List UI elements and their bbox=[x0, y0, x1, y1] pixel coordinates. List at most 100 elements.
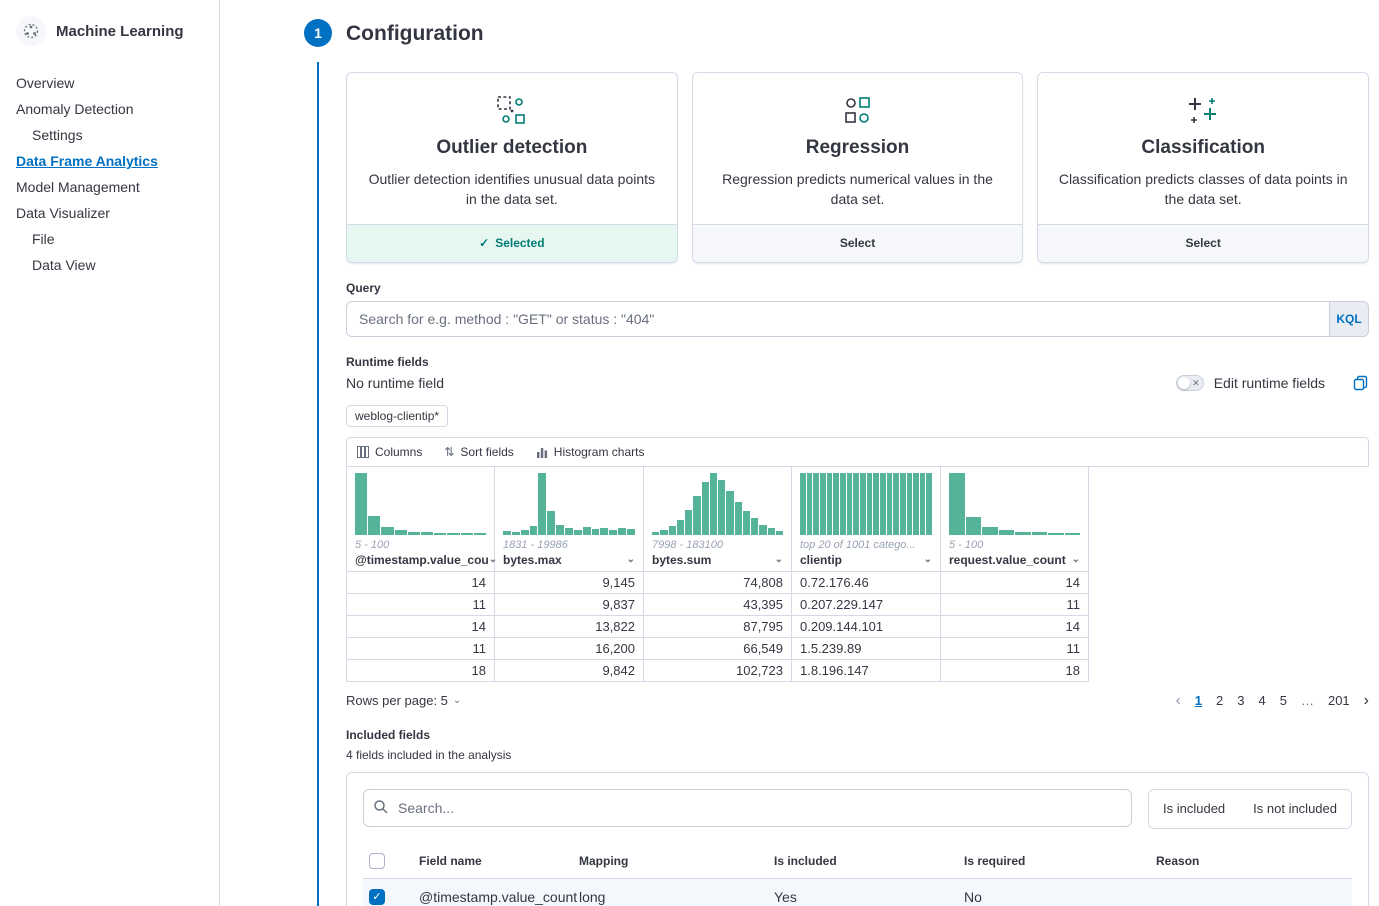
cell: 0.209.144.101 bbox=[792, 616, 941, 638]
outlier-detection-select-button[interactable]: ✓ Selected bbox=[347, 224, 677, 262]
cell: 9,837 bbox=[495, 594, 644, 616]
outlier-detection-icon bbox=[363, 91, 661, 131]
column-header-field-name: Field name bbox=[411, 854, 571, 868]
fields-search-input[interactable] bbox=[363, 789, 1132, 827]
preview-data-grid: 5 - 100 @timestamp.value_cou⌄ 1831 - 199… bbox=[346, 467, 1089, 682]
card-outlier-detection[interactable]: Outlier detection Outlier detection iden… bbox=[346, 72, 678, 263]
prev-page-button[interactable]: ‹ bbox=[1175, 692, 1180, 710]
next-page-button[interactable]: › bbox=[1364, 692, 1369, 710]
search-icon bbox=[373, 799, 389, 815]
card-footer-label: Select bbox=[1186, 236, 1221, 250]
rows-per-page-label: Rows per page: 5 bbox=[346, 693, 448, 708]
included-fields-label: Included fields bbox=[346, 728, 1369, 742]
column-header-is-included: Is included bbox=[766, 854, 956, 868]
classification-select-button[interactable]: Select bbox=[1038, 224, 1368, 262]
sidebar-item-data-view[interactable]: Data View bbox=[32, 258, 203, 273]
card-classification[interactable]: Classification Classification predicts c… bbox=[1037, 72, 1369, 263]
column-name: clientip bbox=[800, 553, 842, 567]
card-description: Outlier detection identifies unusual dat… bbox=[363, 169, 661, 210]
cell: 74,808 bbox=[644, 572, 792, 594]
toggle-knob bbox=[1178, 377, 1190, 389]
sidebar-item-settings[interactable]: Settings bbox=[32, 128, 203, 143]
table-row: 14 13,822 87,795 0.209.144.101 14 bbox=[347, 616, 1089, 638]
runtime-fields-label: Runtime fields bbox=[346, 355, 1369, 369]
grid-column-header-request[interactable]: 5 - 100 request.value_count ⌄ bbox=[941, 467, 1089, 572]
column-range-label: 5 - 100 bbox=[949, 539, 1080, 551]
app-title: Machine Learning bbox=[56, 23, 184, 40]
index-pattern-badge[interactable]: weblog-clientip* bbox=[346, 405, 448, 427]
page-title: Configuration bbox=[346, 20, 1369, 48]
cell: 13,822 bbox=[495, 616, 644, 638]
chevron-down-icon[interactable]: ⌄ bbox=[1072, 554, 1080, 565]
sidebar-item-anomaly-detection[interactable]: Anomaly Detection bbox=[16, 102, 203, 117]
histogram-bytes-sum bbox=[652, 473, 783, 535]
is-not-included-filter-button[interactable]: Is not included bbox=[1239, 790, 1351, 828]
chevron-down-icon[interactable]: ⌄ bbox=[775, 554, 783, 565]
sidebar-item-data-visualizer[interactable]: Data Visualizer bbox=[16, 206, 203, 221]
sidebar-item-model-management[interactable]: Model Management bbox=[16, 180, 203, 195]
sidebar: Machine Learning Overview Anomaly Detect… bbox=[0, 0, 220, 906]
page-2-button[interactable]: 2 bbox=[1216, 693, 1223, 708]
page-5-button[interactable]: 5 bbox=[1280, 693, 1287, 708]
column-range-label: 1831 - 19986 bbox=[503, 539, 635, 551]
sidebar-item-overview[interactable]: Overview bbox=[16, 76, 203, 91]
card-title: Classification bbox=[1054, 137, 1352, 159]
main-area: 1 Configuration Outlier detectio bbox=[220, 0, 1379, 906]
cell: 14 bbox=[941, 572, 1089, 594]
sidebar-item-data-frame-analytics[interactable]: Data Frame Analytics bbox=[16, 154, 203, 169]
column-name: bytes.sum bbox=[652, 553, 711, 567]
field-is-required: No bbox=[956, 889, 1148, 905]
cell: 18 bbox=[941, 660, 1089, 682]
included-fields-panel: Is included Is not included Field name M… bbox=[346, 772, 1369, 906]
edit-runtime-fields-toggle[interactable]: ✕ bbox=[1176, 375, 1204, 391]
sort-fields-button[interactable]: ⇅ Sort fields bbox=[444, 445, 513, 459]
is-included-filter-button[interactable]: Is included bbox=[1149, 790, 1239, 828]
regression-select-button[interactable]: Select bbox=[693, 224, 1023, 262]
copy-icon[interactable] bbox=[1353, 375, 1369, 391]
grid-column-header-bytes-sum[interactable]: 7998 - 183100 bytes.sum⌄ bbox=[644, 467, 792, 572]
columns-icon bbox=[357, 446, 369, 458]
classification-icon bbox=[1054, 91, 1352, 131]
cell: 18 bbox=[347, 660, 495, 682]
toggle-off-x-icon: ✕ bbox=[1192, 376, 1200, 390]
page-4-button[interactable]: 4 bbox=[1259, 693, 1266, 708]
sidebar-item-file[interactable]: File bbox=[32, 232, 203, 247]
included-fields-table: Field name Mapping Is included Is requir… bbox=[363, 845, 1352, 906]
column-range-label: top 20 of 1001 catego... bbox=[800, 539, 932, 551]
table-row: 18 9,842 102,723 1.8.196.147 18 bbox=[347, 660, 1089, 682]
grid-column-header-bytes-max[interactable]: 1831 - 19986 bytes.max ⌄ bbox=[495, 467, 644, 572]
column-name: bytes.max bbox=[503, 553, 562, 567]
cell: 0.72.176.46 bbox=[792, 572, 941, 594]
kql-button[interactable]: KQL bbox=[1329, 301, 1369, 337]
grid-column-header-timestamp[interactable]: 5 - 100 @timestamp.value_cou⌄ bbox=[347, 467, 495, 572]
card-footer-label: Select bbox=[840, 236, 875, 250]
table-row: 14 9,145 74,808 0.72.176.46 14 bbox=[347, 572, 1089, 594]
chevron-down-icon[interactable]: ⌄ bbox=[627, 554, 635, 565]
step-rail-line bbox=[317, 62, 319, 906]
regression-icon bbox=[709, 91, 1007, 131]
rows-per-page-button[interactable]: Rows per page: 5 ⌄ bbox=[346, 693, 461, 708]
cell: 16,200 bbox=[495, 638, 644, 660]
column-header-mapping: Mapping bbox=[571, 854, 766, 868]
row-checkbox[interactable]: ✓ bbox=[369, 889, 385, 905]
column-name: request.value_count bbox=[949, 553, 1066, 567]
columns-button[interactable]: Columns bbox=[357, 445, 422, 459]
cell: 87,795 bbox=[644, 616, 792, 638]
cell: 11 bbox=[941, 638, 1089, 660]
pagination-ellipsis: … bbox=[1301, 693, 1314, 708]
cell: 1.5.239.89 bbox=[792, 638, 941, 660]
grid-toolbar: Columns ⇅ Sort fields Histogram charts bbox=[346, 437, 1369, 467]
grid-column-header-clientip[interactable]: top 20 of 1001 catego... clientip ⌄ bbox=[792, 467, 941, 572]
chevron-down-icon[interactable]: ⌄ bbox=[924, 554, 932, 565]
select-all-checkbox[interactable] bbox=[369, 853, 385, 869]
query-search-input[interactable] bbox=[346, 301, 1329, 337]
table-row: ✓ @timestamp.value_count long Yes No bbox=[363, 879, 1352, 906]
sort-icon: ⇅ bbox=[444, 445, 454, 459]
page-1-button[interactable]: 1 bbox=[1195, 693, 1202, 708]
card-regression[interactable]: Regression Regression predicts numerical… bbox=[692, 72, 1024, 263]
card-title: Outlier detection bbox=[363, 137, 661, 159]
edit-runtime-fields-label: Edit runtime fields bbox=[1214, 375, 1325, 391]
page-201-button[interactable]: 201 bbox=[1328, 693, 1350, 708]
page-3-button[interactable]: 3 bbox=[1237, 693, 1244, 708]
histogram-charts-button[interactable]: Histogram charts bbox=[536, 445, 645, 459]
